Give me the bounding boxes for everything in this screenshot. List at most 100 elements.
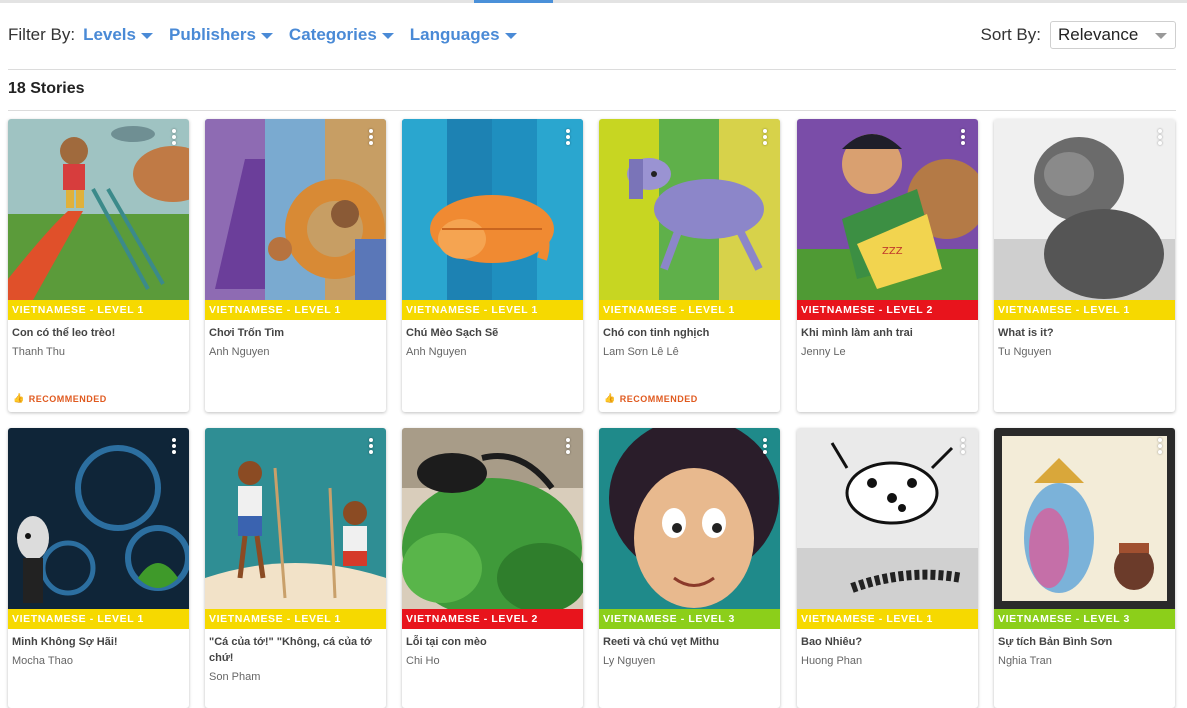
story-cover [402,119,583,300]
story-cover [599,428,780,609]
story-title[interactable]: Khi mình làm anh trai [797,320,978,341]
story-card[interactable]: VIETNAMESE - LEVEL 1 Chú Mèo Sạch Sẽ Anh… [402,119,583,412]
recommended-label: RECOMMENDED [28,393,107,404]
caret-down-icon [260,33,273,39]
more-options-icon[interactable] [369,438,373,454]
story-card[interactable]: VIETNAMESE - LEVEL 1 Chó con tinh nghịch… [599,119,780,412]
story-card[interactable]: VIETNAMESE - LEVEL 1 What is it? Tu Nguy… [994,119,1175,412]
story-author: Anh Nguyen [209,346,270,358]
story-title[interactable]: Reeti và chú vẹt Mithu [599,629,780,650]
caret-down-icon [381,33,394,39]
more-options-icon[interactable] [961,129,965,145]
more-options-icon[interactable] [369,129,373,145]
more-options-icon[interactable] [566,438,570,454]
top-rule [0,0,1187,3]
story-cover [8,119,189,300]
more-options-icon[interactable] [763,129,767,145]
filter-languages-label: Languages [409,25,500,44]
level-badge: VIETNAMESE - LEVEL 1 [402,300,583,320]
story-cover [402,428,583,609]
caret-down-icon [141,33,153,39]
story-card[interactable]: VIETNAMESE - LEVEL 2 Lỗi tại con mèo Chi… [402,428,583,708]
filter-languages[interactable]: Languages [410,25,517,45]
story-cover [8,428,189,609]
level-badge: VIETNAMESE - LEVEL 1 [994,300,1175,320]
more-options-icon[interactable] [566,129,570,145]
level-badge: VIETNAMESE - LEVEL 2 [402,609,583,629]
filter-categories-label: Categories [288,25,377,44]
level-badge: VIETNAMESE - LEVEL 1 [8,300,189,320]
divider [8,69,1176,70]
story-card[interactable]: VIETNAMESE - LEVEL 3 Sự tích Bản Bình Sơ… [994,428,1175,708]
story-author: Jenny Le [801,346,846,358]
story-card[interactable]: VIETNAMESE - LEVEL 1 "Cá của tớ!" "Không… [205,428,386,708]
filter-bar: Filter By: Levels Publishers Categories … [8,22,533,48]
story-author: Nghia Tran [998,655,1052,667]
more-options-icon[interactable] [961,438,965,454]
sort-select[interactable]: Relevance [1050,21,1176,49]
story-card[interactable]: VIETNAMESE - LEVEL 1 Chơi Trốn Tìm Anh N… [205,119,386,412]
level-badge: VIETNAMESE - LEVEL 2 [797,300,978,320]
story-title[interactable]: Minh Không Sợ Hãi! [8,629,189,650]
stories-count: 18 Stories [8,80,85,97]
story-title[interactable]: "Cá của tớ!" "Không, cá của tớ chứ! [205,629,386,666]
story-title[interactable]: Chó con tinh nghịch [599,320,780,341]
story-author: Thanh Thu [12,346,66,358]
story-card[interactable]: VIETNAMESE - LEVEL 1 Minh Không Sợ Hãi! … [8,428,189,708]
sort-value: Relevance [1058,25,1139,44]
story-card[interactable]: VIETNAMESE - LEVEL 1 Bao Nhiêu? Huong Ph… [797,428,978,708]
thumbs-up-icon: 👍 [13,393,25,403]
active-tab-indicator [474,0,553,3]
story-cover: ZZZ [797,119,978,300]
story-cover [599,119,780,300]
story-card[interactable]: VIETNAMESE - LEVEL 1 Con có thể leo trèo… [8,119,189,412]
story-title[interactable]: Con có thể leo trèo! [8,320,189,341]
story-title[interactable]: What is it? [994,320,1175,341]
story-cover [994,119,1175,300]
level-badge: VIETNAMESE - LEVEL 1 [797,609,978,629]
filter-label: Filter By: [8,25,76,44]
level-badge: VIETNAMESE - LEVEL 3 [994,609,1175,629]
caret-down-icon [1155,33,1167,39]
filter-levels[interactable]: Levels [83,25,153,45]
story-title[interactable]: Chú Mèo Sạch Sẽ [402,320,583,341]
level-badge: VIETNAMESE - LEVEL 1 [599,300,780,320]
story-author: Son Pham [209,671,261,683]
story-author: Mocha Thao [12,655,73,667]
story-title[interactable]: Sự tích Bản Bình Sơn [994,629,1175,650]
story-author: Lam Sơn Lê Lê [603,346,679,358]
story-author: Chi Ho [406,655,440,667]
sort-label: Sort By: [980,25,1041,44]
story-title[interactable]: Chơi Trốn Tìm [205,320,386,341]
filter-publishers-label: Publishers [169,25,256,44]
filter-publishers[interactable]: Publishers [169,25,273,45]
sort-control: Sort By: Relevance [981,21,1176,49]
story-author: Ly Nguyen [603,655,656,667]
filter-levels-label: Levels [83,25,136,44]
level-badge: VIETNAMESE - LEVEL 1 [205,300,386,320]
recommended-badge: 👍 RECOMMENDED [604,393,698,404]
divider [8,110,1176,111]
level-badge: VIETNAMESE - LEVEL 3 [599,609,780,629]
more-options-icon[interactable] [763,438,767,454]
story-cover [797,428,978,609]
story-card[interactable]: ZZZ VIETNAMESE - LEVEL 2 Khi mình làm an… [797,119,978,412]
story-author: Anh Nguyen [406,346,467,358]
more-options-icon[interactable] [172,438,176,454]
story-cover [205,119,386,300]
more-options-icon[interactable] [172,129,176,145]
story-cover [994,428,1175,609]
caret-down-icon [504,33,517,39]
story-title[interactable]: Bao Nhiêu? [797,629,978,650]
story-card[interactable]: VIETNAMESE - LEVEL 3 Reeti và chú vẹt Mi… [599,428,780,708]
story-title[interactable]: Lỗi tại con mèo [402,629,583,650]
recommended-badge: 👍 RECOMMENDED [13,393,107,404]
svg-text:ZZZ: ZZZ [882,246,903,257]
story-author: Tu Nguyen [998,346,1052,358]
level-badge: VIETNAMESE - LEVEL 1 [8,609,189,629]
thumbs-up-icon: 👍 [604,393,616,403]
more-options-icon[interactable] [1158,438,1162,454]
filter-categories[interactable]: Categories [289,25,394,45]
more-options-icon[interactable] [1158,129,1162,145]
recommended-label: RECOMMENDED [619,393,698,404]
